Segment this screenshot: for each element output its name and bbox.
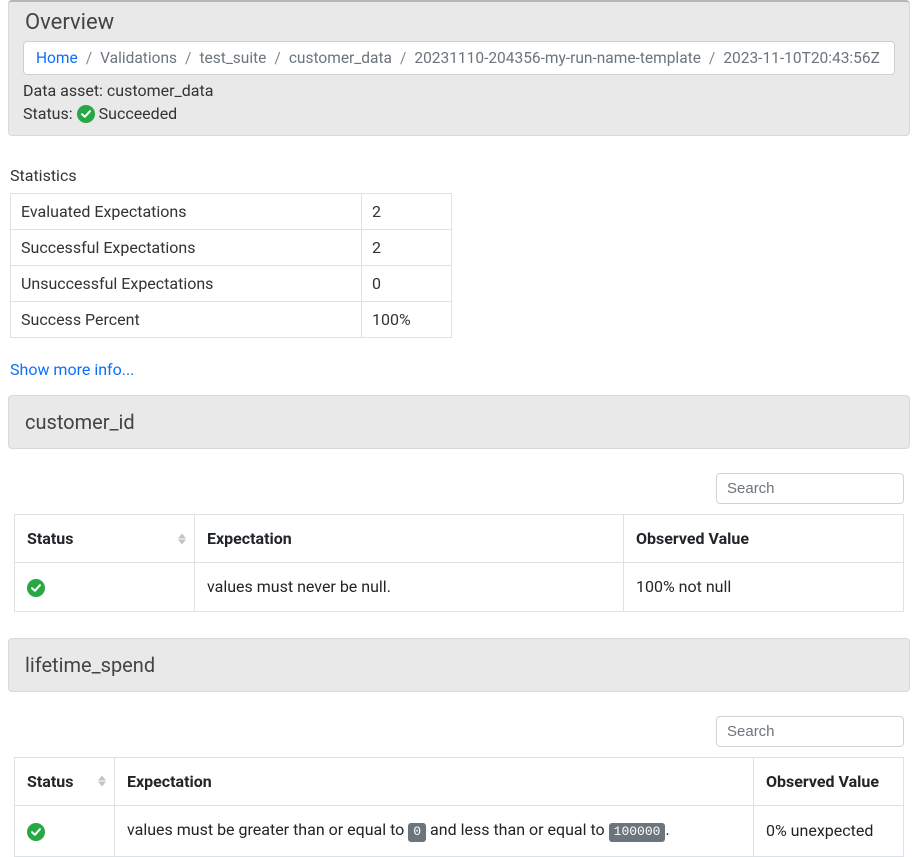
check-circle-icon <box>27 823 45 841</box>
table-row: Unsuccessful Expectations 0 <box>11 266 452 302</box>
breadcrumb-separator: / <box>185 49 191 67</box>
breadcrumb-item: customer_data <box>289 49 392 67</box>
check-circle-icon <box>77 105 95 123</box>
statistics-label: Statistics <box>10 166 908 185</box>
breadcrumb-item: test_suite <box>199 49 266 67</box>
observed-cell: 0% unexpected <box>754 805 904 856</box>
search-container <box>14 473 904 504</box>
stat-label: Successful Expectations <box>11 230 362 266</box>
data-asset-value: customer_data <box>107 81 213 100</box>
status-header[interactable]: Status <box>15 515 195 563</box>
breadcrumb-separator: / <box>86 49 92 67</box>
search-container <box>14 716 904 747</box>
status-cell <box>15 563 195 612</box>
breadcrumb-separator: / <box>274 49 280 67</box>
status-line: Status: Succeeded <box>23 104 895 123</box>
stat-value: 2 <box>362 194 452 230</box>
search-input[interactable] <box>716 716 904 747</box>
breadcrumb-separator: / <box>400 49 406 67</box>
column-section-header: customer_id <box>8 395 910 449</box>
observed-header[interactable]: Observed Value <box>624 515 904 563</box>
code-badge: 0 <box>408 823 426 842</box>
check-circle-icon <box>27 579 45 597</box>
observed-header[interactable]: Observed Value <box>754 757 904 805</box>
table-row: Success Percent 100% <box>11 302 452 338</box>
data-asset-line: Data asset: customer_data <box>23 81 895 100</box>
table-row: values must be greater than or equal to … <box>15 805 904 856</box>
data-asset-label: Data asset: <box>23 81 103 100</box>
statistics-section: Statistics Evaluated Expectations 2 Succ… <box>10 166 908 338</box>
status-label: Status: <box>23 104 73 123</box>
expectation-cell: values must never be null. <box>195 563 624 612</box>
stat-value: 100% <box>362 302 452 338</box>
stat-value: 2 <box>362 230 452 266</box>
expectations-table: Status Expectation Observed Value values… <box>14 514 904 612</box>
sort-icon <box>98 776 106 787</box>
code-badge: 100000 <box>609 823 666 842</box>
table-row: values must never be null. 100% not null <box>15 563 904 612</box>
search-input[interactable] <box>716 473 904 504</box>
sort-icon <box>178 533 186 544</box>
status-cell <box>15 805 115 856</box>
table-row: Successful Expectations 2 <box>11 230 452 266</box>
breadcrumb-separator: / <box>709 49 715 67</box>
statistics-table: Evaluated Expectations 2 Successful Expe… <box>10 193 452 338</box>
table-header-row: Status Expectation Observed Value <box>15 515 904 563</box>
table-header-row: Status Expectation Observed Value <box>15 757 904 805</box>
breadcrumb-item: Validations <box>100 49 177 67</box>
breadcrumb-item: 20231110-204356-my-run-name-template <box>414 49 701 67</box>
stat-label: Unsuccessful Expectations <box>11 266 362 302</box>
overview-title: Overview <box>25 10 895 35</box>
column-section-header: lifetime_spend <box>8 638 910 692</box>
expectations-table: Status Expectation Observed Value values… <box>14 757 904 857</box>
stat-value: 0 <box>362 266 452 302</box>
status-header[interactable]: Status <box>15 757 115 805</box>
breadcrumb-home-link[interactable]: Home <box>36 49 78 67</box>
expectation-cell: values must be greater than or equal to … <box>115 805 754 856</box>
breadcrumb: Home / Validations / test_suite / custom… <box>23 41 895 75</box>
stat-label: Evaluated Expectations <box>11 194 362 230</box>
observed-cell: 100% not null <box>624 563 904 612</box>
status-value: Succeeded <box>99 104 178 123</box>
table-row: Evaluated Expectations 2 <box>11 194 452 230</box>
overview-panel: Overview Home / Validations / test_suite… <box>8 0 910 136</box>
breadcrumb-item: 2023-11-10T20:43:56Z <box>723 49 880 67</box>
stat-label: Success Percent <box>11 302 362 338</box>
expectation-header[interactable]: Expectation <box>115 757 754 805</box>
show-more-link[interactable]: Show more info... <box>10 360 134 379</box>
expectation-header[interactable]: Expectation <box>195 515 624 563</box>
